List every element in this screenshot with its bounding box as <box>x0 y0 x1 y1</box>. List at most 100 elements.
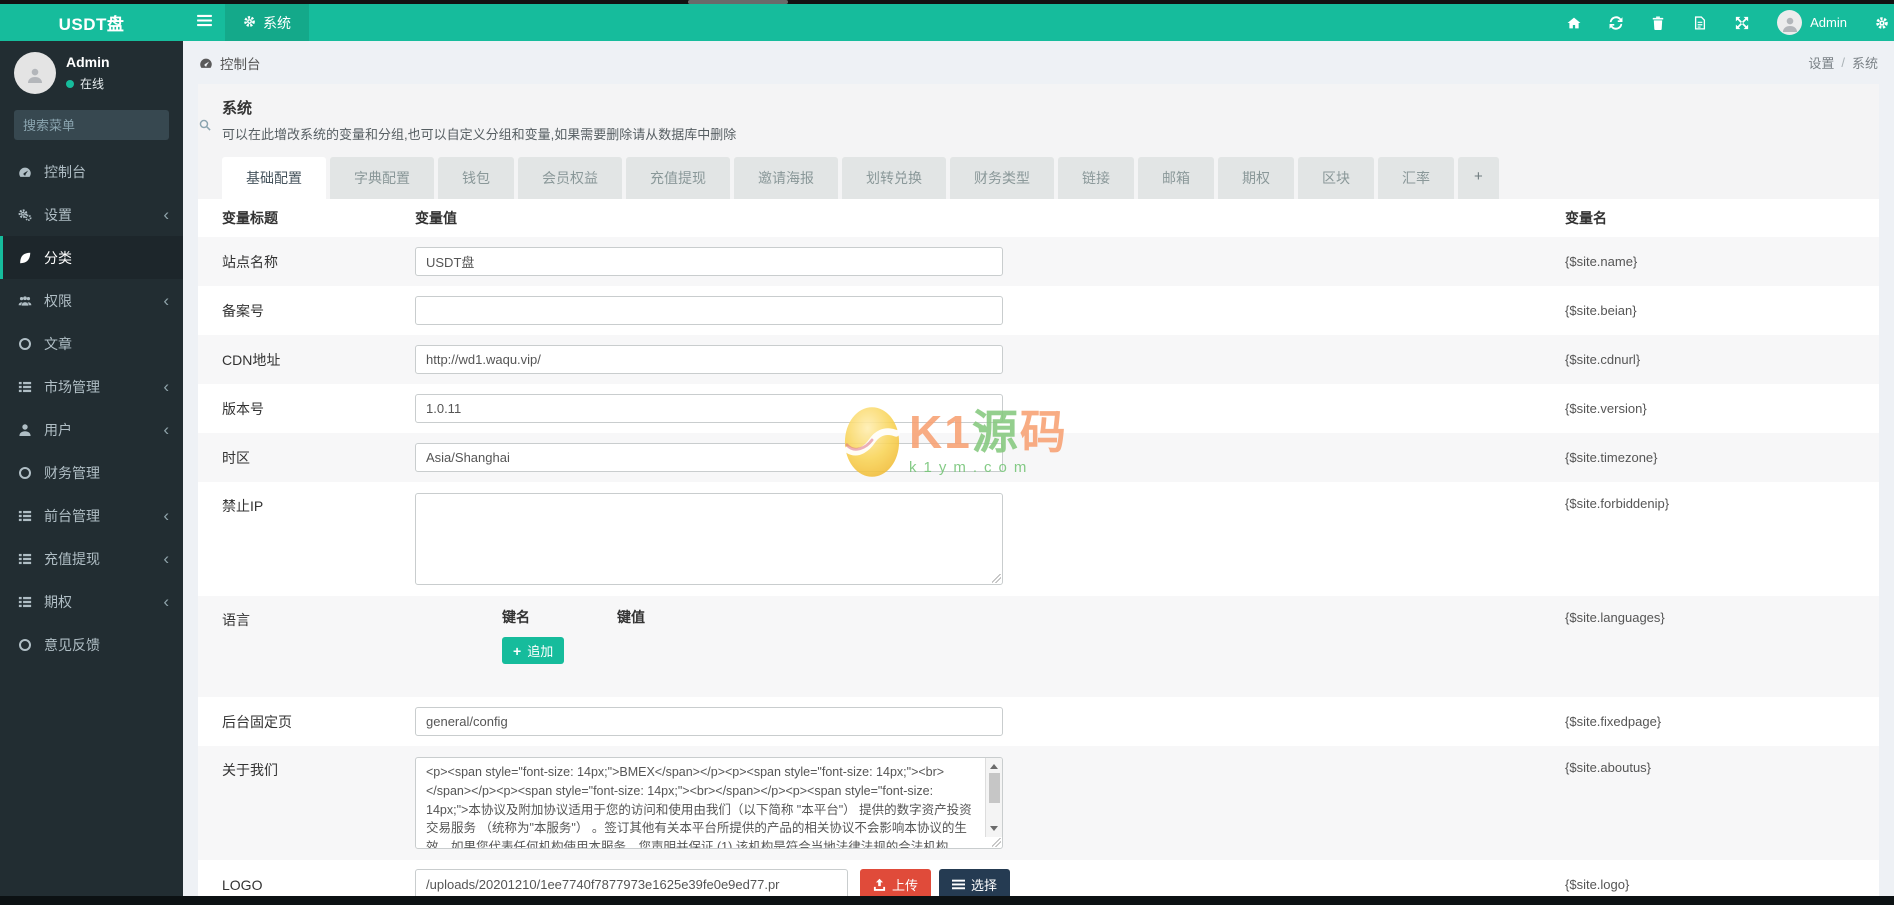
avatar <box>1777 10 1803 35</box>
sidebar-item-label: 文章 <box>44 335 72 352</box>
beian-input[interactable] <box>415 296 1003 325</box>
tab-6[interactable]: 划转兑换 <box>842 157 946 199</box>
leaf-icon <box>18 251 38 265</box>
add-tab-button[interactable]: + <box>1458 157 1499 199</box>
timezone-input[interactable] <box>415 443 1003 472</box>
sidebar-item-8[interactable]: 前台管理 ‹ <box>0 494 183 537</box>
form-row-timezone: 时区 {$site.timezone} <box>198 433 1879 482</box>
sidebar-item-0[interactable]: 控制台 <box>0 150 183 193</box>
row-label: 禁止IP <box>222 498 264 514</box>
row-label: 语言 <box>222 612 250 628</box>
sidebar-item-3[interactable]: 权限 ‹ <box>0 279 183 322</box>
user-menu[interactable]: Admin <box>1777 10 1847 35</box>
breadcrumb-section[interactable]: 控制台 <box>220 53 261 73</box>
aboutus-textarea[interactable]: <p><span style="font-size: 14px;">BMEX</… <box>415 757 1003 849</box>
sidebar-item-label: 市场管理 <box>44 378 100 395</box>
tab-12[interactable]: 汇率 <box>1378 157 1454 199</box>
chevron-left-icon: ‹ <box>163 377 169 396</box>
profile-status: 在线 <box>80 77 105 91</box>
sidebar-profile: Admin 在线 <box>0 41 183 107</box>
scrubber-handle[interactable] <box>688 0 788 4</box>
sidebar-item-2[interactable]: 分类 <box>0 236 183 279</box>
breadcrumb-settings[interactable]: 设置 <box>1808 53 1834 72</box>
row-varname: {$site.forbiddenip} <box>1565 496 1670 511</box>
settings-gear-icon[interactable] <box>1875 16 1889 30</box>
tab-2[interactable]: 钱包 <box>438 157 514 199</box>
tab-4[interactable]: 充值提现 <box>626 157 730 199</box>
tab-8[interactable]: 链接 <box>1058 157 1134 199</box>
thlist-icon <box>18 509 38 523</box>
key-name-header: 键名 <box>502 609 530 625</box>
sidebar-item-11[interactable]: 意见反馈 <box>0 623 183 666</box>
sidebar-item-4[interactable]: 文章 <box>0 322 183 365</box>
brand-logo[interactable]: USDT盘 <box>0 4 183 41</box>
scroll-up-icon[interactable] <box>990 764 998 769</box>
scrollbar[interactable] <box>985 758 1002 837</box>
tab-system[interactable]: 系统 <box>225 4 309 41</box>
hamburger-icon <box>196 14 212 32</box>
tab-7[interactable]: 财务类型 <box>950 157 1054 199</box>
sidebar-item-1[interactable]: 设置 ‹ <box>0 193 183 236</box>
form-row-fixedpage: 后台固定页 {$site.fixedpage} <box>198 697 1879 746</box>
row-value <box>415 443 1565 472</box>
header-bar: USDT盘 系统 Admin <box>0 4 1894 41</box>
plus-icon: + <box>513 642 522 659</box>
scroll-down-icon[interactable] <box>990 826 998 831</box>
tab-11[interactable]: 区块 <box>1298 157 1374 199</box>
sidebar-item-6[interactable]: 用户 ‹ <box>0 408 183 451</box>
row-varname: {$site.name} <box>1565 254 1638 269</box>
cdnurl-input[interactable] <box>415 345 1003 374</box>
thlist-icon <box>18 380 38 394</box>
chevron-left-icon: ‹ <box>163 592 169 611</box>
scrollbar-thumb[interactable] <box>988 773 1000 803</box>
page-description: 可以在此增改系统的变量和分组,也可以自定义分组和变量,如果需要删除请从数据库中删… <box>222 127 737 142</box>
fixedpage-input[interactable] <box>415 707 1003 736</box>
sidebar-item-label: 控制台 <box>44 163 86 180</box>
resize-grip-icon[interactable] <box>992 838 1001 847</box>
tab-5[interactable]: 邀请海报 <box>734 157 838 199</box>
search-input[interactable] <box>23 117 199 133</box>
column-name: 变量名 <box>1565 210 1607 226</box>
form-row-aboutus: 关于我们 <p><span style="font-size: 14px;">B… <box>198 746 1879 860</box>
tab-9[interactable]: 邮箱 <box>1138 157 1214 199</box>
row-varname: {$site.aboutus} <box>1565 760 1652 775</box>
trash-icon[interactable] <box>1651 16 1665 30</box>
site-name-input[interactable] <box>415 247 1003 276</box>
upload-icon <box>873 878 886 891</box>
tab-10[interactable]: 期权 <box>1218 157 1294 199</box>
thlist-icon <box>18 595 38 609</box>
chevron-left-icon: ‹ <box>163 420 169 439</box>
row-varname: {$site.timezone} <box>1565 450 1658 465</box>
forbiddenip-textarea[interactable] <box>415 493 1003 585</box>
dashboard-icon <box>199 56 213 70</box>
sidebar-item-label: 期权 <box>44 593 72 610</box>
expand-icon[interactable] <box>1735 16 1749 30</box>
row-label: 后台固定页 <box>222 713 292 730</box>
user-icon <box>18 423 38 437</box>
sidebar-item-9[interactable]: 充值提现 ‹ <box>0 537 183 580</box>
sidebar-item-label: 前台管理 <box>44 507 100 524</box>
sidebar-item-label: 分类 <box>44 249 72 266</box>
row-value <box>415 493 1565 585</box>
row-value <box>415 345 1565 374</box>
resize-grip-icon[interactable] <box>992 574 1001 583</box>
tab-0[interactable]: 基础配置 <box>222 157 326 199</box>
tab-3[interactable]: 会员权益 <box>518 157 622 199</box>
sidebar-item-7[interactable]: 财务管理 <box>0 451 183 494</box>
home-icon[interactable] <box>1567 16 1581 30</box>
main-content: 控制台 设置 / 系统 系统 可以在此增改系统的变量和分组,也可以自定义分组和变… <box>183 41 1894 905</box>
avatar <box>14 52 56 94</box>
refresh-icon[interactable] <box>1609 15 1623 30</box>
sidebar-toggle-button[interactable] <box>183 4 225 41</box>
tab-1[interactable]: 字典配置 <box>330 157 434 199</box>
append-button[interactable]: + 追加 <box>502 637 565 664</box>
sidebar-item-label: 财务管理 <box>44 464 100 481</box>
row-value: 键名 键值 + 追加 <box>415 607 1565 686</box>
version-input[interactable] <box>415 394 1003 423</box>
search-icon[interactable] <box>199 119 211 131</box>
row-varname: {$site.version} <box>1565 401 1647 416</box>
language-file-icon[interactable] <box>1693 15 1707 30</box>
sidebar-item-5[interactable]: 市场管理 ‹ <box>0 365 183 408</box>
sidebar-item-10[interactable]: 期权 ‹ <box>0 580 183 623</box>
row-label: 站点名称 <box>222 253 278 270</box>
